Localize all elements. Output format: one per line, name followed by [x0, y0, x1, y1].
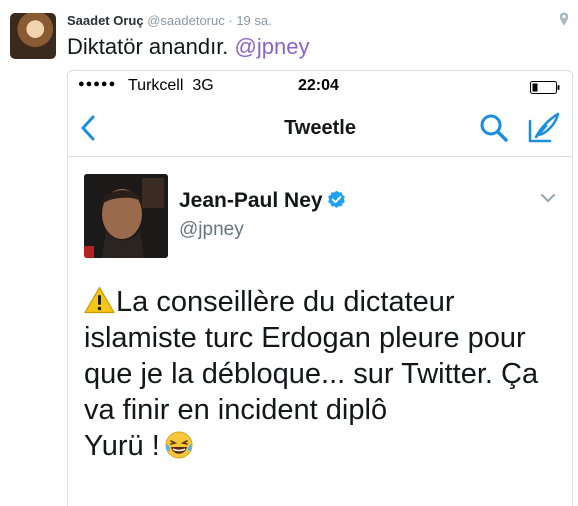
tweet-header: Saadet Oruç @saadetoruc · 19 sa.	[67, 13, 272, 28]
author-avatar[interactable]	[10, 13, 56, 59]
status-clock: 22:04	[298, 77, 339, 94]
search-icon[interactable]	[479, 113, 509, 143]
quoted-author-avatar[interactable]	[84, 174, 168, 258]
tweet-body: Diktatör anandır.	[67, 34, 235, 59]
ios-status-bar: ●●●●● Turkcell 3G 22:04	[68, 71, 572, 101]
laughing-tears-icon	[165, 431, 193, 459]
attached-screenshot[interactable]: ●●●●● Turkcell 3G 22:04 Tweetle Jean-Pau…	[67, 70, 573, 506]
tweet-text: Diktatör anandır. @jpney	[67, 34, 309, 60]
quoted-line-1-text: La conseillère du dictateur	[116, 286, 455, 318]
quoted-author-name-text: Jean-Paul Ney	[179, 189, 323, 212]
quoted-avatar-photo	[84, 174, 168, 258]
author-name[interactable]: Saadet Oruç	[67, 13, 144, 28]
header-separator: ·	[224, 13, 237, 28]
quoted-line-4: va finir en incident diplô	[84, 394, 388, 426]
signal-strength: ●●●●●	[78, 78, 117, 90]
tweet-time[interactable]: 19 sa.	[236, 13, 271, 28]
quoted-line-5-text: Yurü !	[84, 430, 160, 462]
author-handle[interactable]: @saadetoruc	[147, 13, 225, 28]
mention-link[interactable]: @jpney	[235, 34, 310, 59]
quoted-tweet-text: La conseillère du dictateur islamiste tu…	[84, 284, 564, 464]
chevron-down-icon[interactable]	[540, 193, 556, 203]
app-nav-bar: Tweetle	[68, 101, 572, 157]
quoted-line-2: islamiste turc Erdogan pleure pour	[84, 322, 526, 354]
quoted-line-3: que je la débloque... sur Twitter. Ça	[84, 358, 539, 390]
carrier-name: Turkcell 3G	[128, 77, 214, 95]
carrier-label: Turkcell	[128, 77, 184, 94]
quoted-line-1: La conseillère du dictateur	[84, 284, 564, 320]
location-icon[interactable]	[559, 12, 569, 26]
verified-icon	[327, 190, 345, 208]
quoted-author-handle[interactable]: @jpney	[179, 219, 244, 241]
quoted-author-name[interactable]: Jean-Paul Ney	[179, 189, 346, 213]
network-type: 3G	[192, 77, 214, 94]
battery-icon	[530, 81, 560, 94]
warning-icon	[84, 286, 115, 314]
compose-icon[interactable]	[526, 111, 560, 143]
quoted-line-5: Yurü !	[84, 428, 564, 464]
